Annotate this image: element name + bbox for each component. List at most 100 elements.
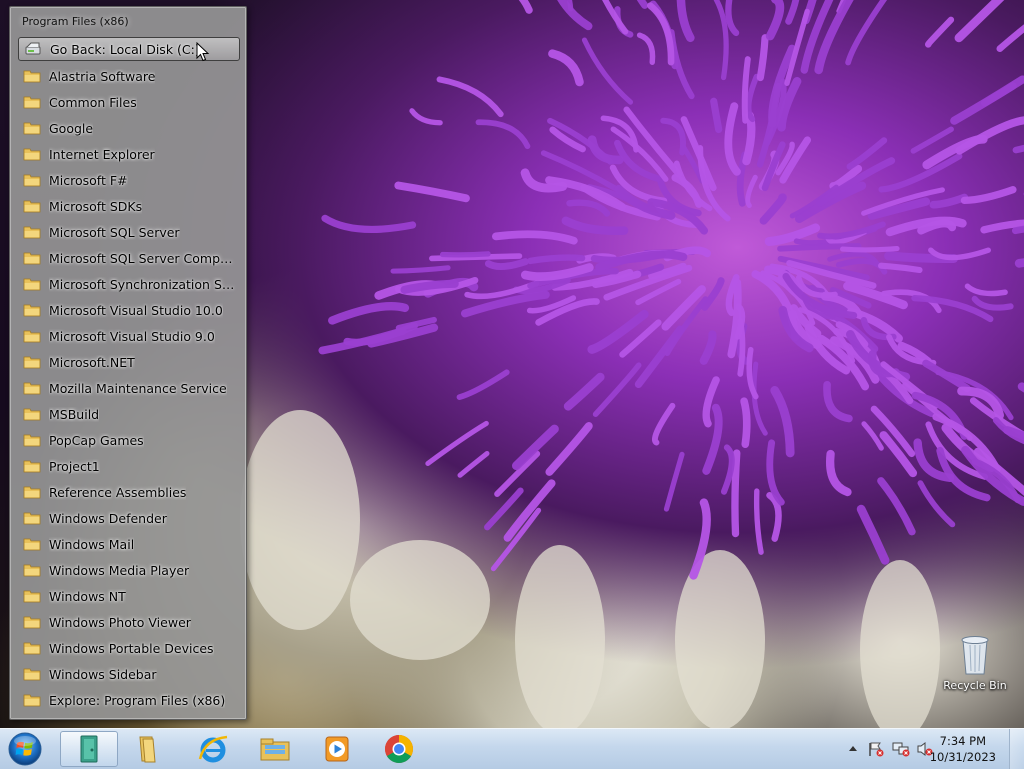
menu-item-windows-nt[interactable]: Windows NT — [18, 583, 240, 609]
system-tray: 7:34 PM 10/31/2023 — [834, 729, 1024, 769]
menu-item-alastria-software[interactable]: Alastria Software — [18, 63, 240, 89]
petal — [457, 451, 490, 478]
menu-item-microsoft-net[interactable]: Microsoft.NET — [18, 349, 240, 375]
menu-item-project1[interactable]: Project1 — [18, 453, 240, 479]
menu-item-microsoft-synchronization[interactable]: Microsoft Synchronization Se... — [18, 271, 240, 297]
petal — [636, 0, 649, 9]
menu-item-label: Microsoft SDKs — [49, 198, 143, 214]
petal — [724, 102, 741, 176]
petal — [492, 230, 578, 245]
petal — [823, 380, 853, 423]
show-hidden-icons-icon[interactable] — [848, 744, 858, 752]
folder-icon — [23, 174, 41, 187]
petal — [535, 298, 600, 326]
petal — [581, 37, 634, 105]
recycle-bin[interactable]: Recycle Bin — [940, 632, 1010, 692]
menu-item-label: Windows Media Player — [49, 562, 190, 578]
petal — [960, 186, 1017, 205]
menu-item-visual-studio-9[interactable]: Microsoft Visual Studio 9.0 — [18, 323, 240, 349]
menu-item-label: Microsoft F# — [49, 172, 128, 188]
menu-item-label: Microsoft SQL Server — [49, 224, 180, 240]
petal — [731, 449, 741, 538]
menu-item-microsoft-sql-server-compact[interactable]: Microsoft SQL Server Compa... — [18, 245, 240, 271]
petal — [592, 362, 642, 418]
recycle-bin-icon — [961, 636, 989, 675]
petal — [490, 507, 542, 572]
menu-item-msbuild[interactable]: MSBuild — [18, 401, 240, 427]
menu-item-windows-photo-viewer[interactable]: Windows Photo Viewer — [18, 609, 240, 635]
menu-item-label: Explore: Program Files (x86) — [49, 692, 226, 708]
taskbar-internet-explorer[interactable] — [184, 731, 242, 767]
petal — [856, 504, 890, 565]
petal — [321, 214, 417, 234]
clock-time: 7:34 PM — [939, 734, 987, 748]
menu-item-label: Project1 — [49, 458, 100, 474]
menu-item-label: Windows Defender — [49, 510, 167, 526]
folder-icon — [23, 278, 41, 291]
petal — [878, 262, 923, 274]
menu-item-explore-program-files[interactable]: Explore: Program Files (x86) — [18, 687, 240, 713]
petal — [503, 479, 556, 542]
media-player-icon — [325, 736, 349, 762]
petal — [394, 181, 470, 203]
petal — [713, 0, 729, 81]
petal — [518, 0, 533, 14]
taskbar-file-explorer[interactable] — [118, 731, 176, 767]
menu-item-microsoft-sdks[interactable]: Microsoft SDKs — [18, 193, 240, 219]
menu-item-windows-mail[interactable]: Windows Mail — [18, 531, 240, 557]
network-icon[interactable] — [892, 741, 910, 757]
action-center-flag-icon[interactable] — [868, 741, 884, 757]
petal — [328, 302, 410, 325]
menu-item-internet-explorer[interactable]: Internet Explorer — [18, 141, 240, 167]
bract — [240, 410, 360, 630]
petal — [753, 488, 764, 555]
menu-item-windows-defender[interactable]: Windows Defender — [18, 505, 240, 531]
petal — [845, 0, 888, 66]
menu-item-label: Internet Explorer — [49, 146, 155, 162]
petal — [741, 56, 751, 124]
menu-item-reference-assemblies[interactable]: Reference Assemblies — [18, 479, 240, 505]
menu-item-label: Microsoft SQL Server Compa... — [49, 250, 239, 266]
menu-item-windows-portable-devices[interactable]: Windows Portable Devices — [18, 635, 240, 661]
menu-item-windows-sidebar[interactable]: Windows Sidebar — [18, 661, 240, 687]
folder-icon — [23, 382, 41, 395]
folder-icon — [23, 330, 41, 343]
menu-item-label: Windows Sidebar — [49, 666, 157, 682]
folder-icon — [23, 460, 41, 473]
petal — [409, 108, 443, 126]
petal — [548, 49, 584, 87]
petal — [910, 126, 954, 154]
petal — [563, 372, 605, 411]
menu-item-common-files[interactable]: Common Files — [18, 89, 240, 115]
taskbar-active-app[interactable] — [60, 731, 118, 767]
folder-icon — [23, 252, 41, 265]
menu-item-label: Common Files — [49, 94, 137, 110]
menu-item-label: Windows Mail — [49, 536, 135, 552]
menu-item-microsoft-sql-server[interactable]: Microsoft SQL Server — [18, 219, 240, 245]
petal — [917, 480, 956, 528]
system-clock[interactable]: 7:34 PM 10/31/2023 — [930, 733, 996, 765]
menu-item-google[interactable]: Google — [18, 115, 240, 141]
petal — [1012, 144, 1024, 154]
taskbar-chrome[interactable] — [370, 731, 428, 767]
petal — [765, 0, 785, 41]
petal — [996, 24, 1024, 53]
menu-item-popcap-games[interactable]: PopCap Games — [18, 427, 240, 453]
go-back-drive-icon — [25, 42, 41, 55]
menu-title: Program Files (x86) — [22, 15, 129, 28]
start-button[interactable] — [6, 731, 44, 767]
menu-item-label: Windows NT — [49, 588, 126, 604]
menu-item-mozilla-maintenance[interactable]: Mozilla Maintenance Service — [18, 375, 240, 401]
menu-item-label: Mozilla Maintenance Service — [49, 380, 227, 396]
taskbar-media-player[interactable] — [308, 731, 366, 767]
menu-item-windows-media-player[interactable]: Windows Media Player — [18, 557, 240, 583]
menu-item-visual-studio-10[interactable]: Microsoft Visual Studio 10.0 — [18, 297, 240, 323]
menu-item-microsoft-fsharp[interactable]: Microsoft F# — [18, 167, 240, 193]
petal — [511, 424, 559, 471]
taskbar-windows-explorer[interactable] — [246, 731, 304, 767]
petal — [561, 216, 629, 236]
petal — [475, 119, 531, 150]
folder-icon — [23, 70, 41, 83]
petal — [928, 247, 991, 261]
show-desktop-button[interactable] — [1009, 729, 1024, 769]
